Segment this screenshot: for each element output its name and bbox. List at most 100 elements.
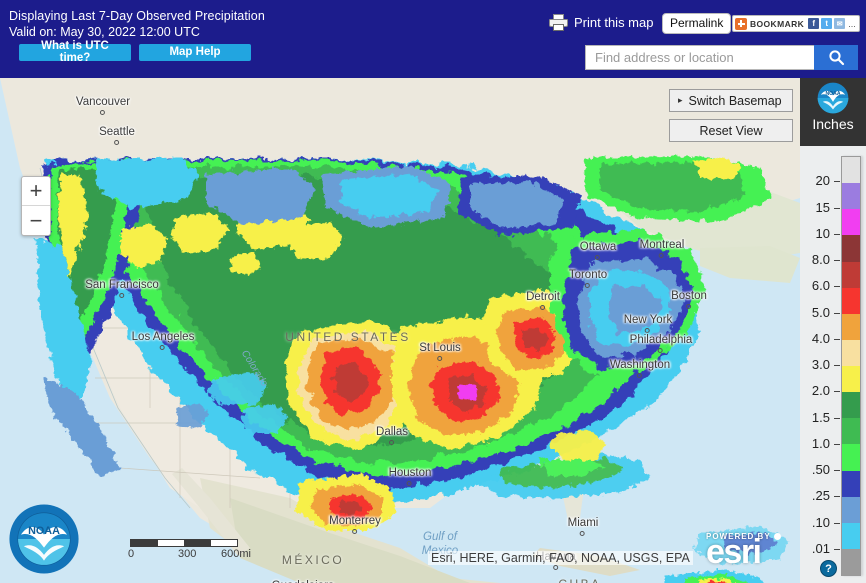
legend-band-3 [842,235,860,262]
legend-help-button[interactable]: ? [820,560,837,577]
legend-tick-dash [834,233,840,235]
legend-tick-dash [834,548,840,550]
legend-tick-1.0: 1.0 [812,436,840,451]
legend-tick-3.0: 3.0 [812,357,840,372]
legend-band-0 [842,157,860,184]
legend-tick-dash [834,286,840,288]
switch-basemap-button[interactable]: ▸ Switch Basemap [669,89,793,112]
legend-tick-.50: .50 [812,462,840,477]
map-imagery [0,78,800,583]
print-label: Print this map [574,15,654,30]
legend-tick-dash [834,207,840,209]
legend-tick-label: 6.0 [811,278,830,294]
legend-tick-label: 15 [815,199,830,215]
legend-tick-label: .25 [811,488,830,504]
search-input[interactable] [585,45,814,70]
legend-band-7 [842,339,860,366]
legend-ticks: 20 15 10 8.0 6.0 5.0 4.0 3.0 2.0 1.5 1.0 .50 .25 .10.… [800,156,841,576]
legend-tick-label: 5.0 [811,304,830,320]
legend-body: 20 15 10 8.0 6.0 5.0 4.0 3.0 2.0 1.5 1.0 .50 .25 .10.… [800,146,866,583]
legend-tick-.01: .01 [812,541,840,556]
legend-band-5 [842,287,860,314]
map-attribution: Esri, HERE, Garmin, FAO, NOAA, USGS, EPA [428,551,693,565]
legend-tick-2.0: 2.0 [812,383,840,398]
legend-tick-dash [834,443,840,445]
valid-time-subtitle: Valid on: May 30, 2022 12:00 UTC [9,25,200,39]
zoom-in-button[interactable]: + [22,177,50,206]
legend-panel: NOAA Inches 20 15 10 8.0 6.0 5.0 4.0 3.0 2.0 1.5 1… [800,78,866,583]
twitter-icon[interactable]: t [821,18,833,29]
zoom-out-button[interactable]: − [22,206,50,235]
scale-bar: 0 300 600mi [128,539,251,561]
facebook-icon[interactable]: f [808,18,820,29]
legend-tick-dash [834,181,840,183]
search-icon [828,50,844,66]
reset-view-button[interactable]: Reset View [669,119,793,142]
legend-tick-label: 3.0 [811,357,830,372]
permalink-button[interactable]: Permalink [662,13,732,34]
legend-tick-5.0: 5.0 [812,305,840,320]
color-ramp [841,156,861,576]
legend-tick-label: .50 [811,462,830,477]
legend-tick-label: 4.0 [811,330,830,346]
legend-tick-dash [834,496,840,498]
email-icon[interactable]: ✉ [834,18,846,29]
legend-tick-6.0: 6.0 [812,278,840,293]
chevron-right-icon: ▸ [678,95,683,105]
map-help-button[interactable]: Map Help [139,44,251,61]
noaa-logo: NOAA [9,504,79,574]
legend-tick-label: 10 [815,225,830,241]
legend-band-14 [842,522,860,549]
legend-tick-15: 15 [816,200,840,215]
legend-band-12 [842,470,860,497]
page-title: Displaying Last 7-Day Observed Precipita… [9,9,265,23]
legend-band-2 [842,209,860,236]
map-viewport[interactable]: Vancouver Seattle San Francisco Los Angeles… [0,78,800,583]
switch-basemap-label: Switch Basemap [688,93,782,108]
location-search [585,45,858,70]
svg-text:NOAA: NOAA [825,91,840,97]
powered-by-esri: POWERED BY esri [706,532,781,571]
legend-band-10 [842,418,860,445]
legend-tick-4.0: 4.0 [812,331,840,346]
print-this-map-button[interactable]: Print this map [549,14,653,31]
legend-tick-label: 8.0 [811,252,830,267]
legend-band-4 [842,261,860,288]
legend-band-6 [842,313,860,340]
legend-title: Inches [812,116,854,132]
legend-band-13 [842,496,860,523]
legend-band-8 [842,366,860,393]
legend-tick-dash [834,365,840,367]
bookmark-widget[interactable]: BOOKMARK f t ✉ ... [732,15,860,32]
legend-tick-dash [834,470,840,472]
esri-logo: esri [706,533,762,571]
scale-label-0: 0 [128,548,135,560]
what-is-utc-button[interactable]: What is UTC time? [19,40,131,63]
legend-tick-dash [834,522,840,524]
add-bookmark-icon[interactable] [735,17,747,30]
zoom-controls: + − [21,176,51,236]
legend-tick-20: 20 [816,173,840,188]
more-share-options[interactable]: ... [848,19,856,29]
legend-tick-1.5: 1.5 [812,410,840,425]
legend-tick-.25: .25 [812,488,840,503]
legend-tick-label: 20 [815,173,830,189]
legend-band-15 [842,548,860,575]
search-button[interactable] [814,45,858,70]
legend-tick-label: 1.0 [811,435,830,451]
legend-tick-dash [834,338,840,340]
legend-tick-dash [834,260,840,262]
legend-band-9 [842,392,860,419]
precipitation-map-app: Displaying Last 7-Day Observed Precipita… [0,0,866,583]
legend-tick-dash [834,417,840,419]
scale-label-2: 600mi [221,548,251,560]
legend-header: NOAA Inches [800,78,866,146]
legend-tick-.10: .10 [812,515,840,530]
printer-icon [549,14,568,31]
legend-tick-dash [834,391,840,393]
legend-tick-label: .01 [811,540,830,556]
bookmark-label: BOOKMARK [750,18,805,29]
legend-tick-label: 2.0 [811,383,830,399]
svg-text:NOAA: NOAA [28,525,60,537]
legend-tick-dash [834,312,840,314]
